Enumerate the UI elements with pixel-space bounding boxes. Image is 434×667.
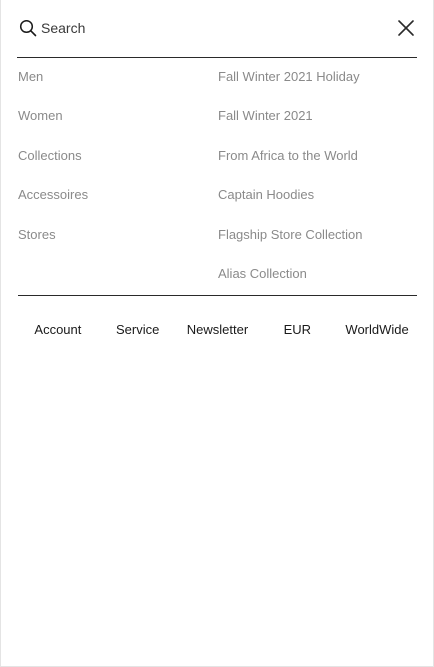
close-button[interactable] [395, 17, 417, 39]
menu-panel: Men Women Collections Accessoires Stores… [0, 0, 434, 667]
submenu-item-captain-hoodies[interactable]: Captain Hoodies [218, 175, 418, 214]
close-icon [398, 20, 414, 36]
menu-item-accessoires[interactable]: Accessoires [18, 175, 208, 214]
search-input[interactable] [41, 16, 371, 40]
collection-submenu: Fall Winter 2021 Holiday Fall Winter 202… [218, 57, 418, 293]
currency-selector[interactable]: EUR [257, 318, 337, 342]
submenu-item-flagship-store-collection[interactable]: Flagship Store Collection [218, 215, 418, 254]
submenu-item-from-africa-to-the-world[interactable]: From Africa to the World [218, 136, 418, 175]
footer-link-account[interactable]: Account [18, 318, 98, 342]
menu-item-men[interactable]: Men [18, 57, 208, 96]
submenu-item-alias-collection[interactable]: Alias Collection [218, 254, 418, 293]
submenu-item-fall-winter-2021-holiday[interactable]: Fall Winter 2021 Holiday [218, 57, 418, 96]
submenu-item-fall-winter-2021[interactable]: Fall Winter 2021 [218, 96, 418, 135]
footer-link-newsletter[interactable]: Newsletter [178, 318, 258, 342]
section-divider [18, 295, 417, 296]
search-bar [17, 0, 417, 58]
footer-nav: Account Service Newsletter EUR WorldWide [18, 318, 417, 342]
search-icon[interactable] [19, 19, 37, 37]
main-category-menu: Men Women Collections Accessoires Stores [18, 57, 208, 254]
region-selector[interactable]: WorldWide [337, 318, 417, 342]
menu-item-collections[interactable]: Collections [18, 136, 208, 175]
menu-item-women[interactable]: Women [18, 96, 208, 135]
footer-link-service[interactable]: Service [98, 318, 178, 342]
menu-item-stores[interactable]: Stores [18, 215, 208, 254]
